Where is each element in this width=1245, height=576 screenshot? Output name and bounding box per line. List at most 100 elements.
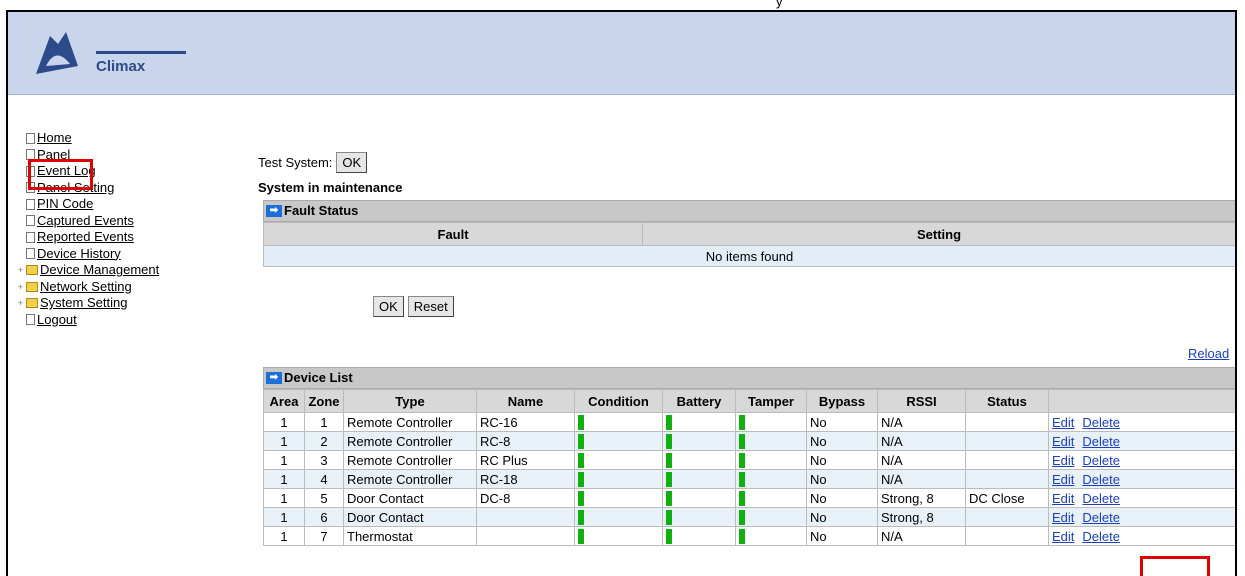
cell-actions: Edit Delete: [1048, 412, 1235, 432]
nav-item-home[interactable]: Home: [18, 130, 159, 147]
cell-condition: [574, 469, 663, 489]
delete-link[interactable]: Delete: [1082, 415, 1120, 430]
cell-tamper: [735, 412, 807, 432]
cell-battery: [662, 469, 736, 489]
cell-rssi: N/A: [877, 526, 966, 546]
delete-link[interactable]: Delete: [1082, 453, 1120, 468]
maintenance-text: System in maintenance: [258, 180, 403, 195]
battery-indicator: [666, 510, 672, 526]
condition-indicator: [578, 472, 584, 488]
reset-button[interactable]: Reset: [407, 296, 454, 317]
nav-link[interactable]: System Setting: [40, 295, 127, 312]
nav-item-network-setting[interactable]: + Network Setting: [18, 279, 159, 296]
delete-link[interactable]: Delete: [1082, 434, 1120, 449]
folder-icon: [26, 265, 38, 276]
nav-link[interactable]: Reported Events: [37, 229, 134, 246]
edit-link[interactable]: Edit: [1052, 529, 1074, 544]
cell-battery: [662, 488, 736, 508]
edit-link[interactable]: Edit: [1052, 491, 1074, 506]
column-header: [1048, 389, 1235, 413]
cell-zone: 4: [304, 469, 344, 489]
table-row: 1 7 Thermostat No N/A Edit Delete: [263, 526, 1235, 546]
nav-item-pin-code[interactable]: PIN Code: [18, 196, 159, 213]
cell-type: Remote Controller: [343, 450, 477, 470]
nav-link[interactable]: Home: [37, 130, 72, 147]
expand-icon[interactable]: +: [18, 295, 26, 312]
nav-link[interactable]: Device Management: [40, 262, 159, 279]
cell-bypass: No: [806, 431, 878, 451]
delete-link[interactable]: Delete: [1082, 472, 1120, 487]
expand-icon[interactable]: +: [18, 279, 26, 296]
nav-link[interactable]: Device History: [37, 246, 121, 263]
fault-status-title: ➡ Fault Status: [263, 200, 1235, 222]
logo-bar: [96, 51, 186, 54]
condition-indicator: [578, 415, 584, 431]
cell-area: 1: [263, 488, 305, 508]
column-header: RSSI: [877, 389, 966, 413]
cell-rssi: N/A: [877, 469, 966, 489]
delete-link[interactable]: Delete: [1082, 491, 1120, 506]
battery-indicator: [666, 415, 672, 431]
fault-status-panel: ➡ Fault Status Fault Setting No items fo…: [262, 200, 1235, 267]
cell-bypass: No: [806, 507, 878, 527]
browser-frame: Climax Home Panel Event Log Panel Setting PI…: [6, 10, 1237, 576]
device-list-panel: ➡ Device List Area Zone Type Name Condition B…: [263, 367, 1235, 546]
cell-status: [965, 450, 1049, 470]
cell-rssi: N/A: [877, 431, 966, 451]
nav-item-reported-events[interactable]: Reported Events: [18, 229, 159, 246]
cell-condition: [574, 450, 663, 470]
nav-link[interactable]: Logout: [37, 312, 77, 329]
cell-area: 1: [263, 412, 305, 432]
cell-actions: Edit Delete: [1048, 507, 1235, 527]
ok-button[interactable]: OK: [373, 296, 404, 317]
test-ok-button[interactable]: OK: [336, 152, 368, 173]
reload-link[interactable]: Reload: [1188, 346, 1229, 361]
cell-bypass: No: [806, 412, 878, 432]
nav-item-system-setting[interactable]: + System Setting: [18, 295, 159, 312]
nav-link[interactable]: PIN Code: [37, 196, 93, 213]
climax-logo: Climax: [28, 26, 186, 78]
tamper-indicator: [739, 472, 745, 488]
cell-type: Thermostat: [343, 526, 477, 546]
cell-area: 1: [263, 526, 305, 546]
battery-indicator: [666, 472, 672, 488]
cell-name: RC Plus: [476, 450, 575, 470]
condition-indicator: [578, 529, 584, 545]
nav-item-device-management[interactable]: + Device Management: [18, 262, 159, 279]
edit-link[interactable]: Edit: [1052, 415, 1074, 430]
cell-name: DC-8: [476, 488, 575, 508]
nav-item-captured-events[interactable]: Captured Events: [18, 213, 159, 230]
page-header: Climax: [8, 12, 1235, 95]
edit-link[interactable]: Edit: [1052, 510, 1074, 525]
cell-battery: [662, 526, 736, 546]
table-row: 1 3 Remote Controller RC Plus No N/A Edit Delet…: [263, 450, 1235, 470]
cell-condition: [574, 412, 663, 432]
document-icon: [26, 215, 35, 227]
delete-link[interactable]: Delete: [1082, 510, 1120, 525]
cell-actions: Edit Delete: [1048, 469, 1235, 489]
cell-zone: 7: [304, 526, 344, 546]
cell-area: 1: [263, 450, 305, 470]
cell-area: 1: [263, 507, 305, 527]
delete-link[interactable]: Delete: [1082, 529, 1120, 544]
edit-link[interactable]: Edit: [1052, 434, 1074, 449]
battery-indicator: [666, 491, 672, 507]
column-header: Type: [343, 389, 477, 413]
cell-area: 1: [263, 431, 305, 451]
test-system-row: Test System: OK: [258, 152, 368, 173]
column-header: Status: [965, 389, 1049, 413]
highlight-delete: [1140, 556, 1210, 576]
document-icon: [26, 132, 35, 144]
cell-status: [965, 431, 1049, 451]
condition-indicator: [578, 491, 584, 507]
folder-icon: [26, 281, 38, 292]
expand-icon[interactable]: +: [18, 262, 26, 279]
battery-indicator: [666, 529, 672, 545]
battery-indicator: [666, 434, 672, 450]
edit-link[interactable]: Edit: [1052, 453, 1074, 468]
edit-link[interactable]: Edit: [1052, 472, 1074, 487]
nav-link[interactable]: Network Setting: [40, 279, 132, 296]
nav-item-logout[interactable]: Logout: [18, 312, 159, 329]
nav-link[interactable]: Captured Events: [37, 213, 134, 230]
nav-item-device-history[interactable]: Device History: [18, 246, 159, 263]
